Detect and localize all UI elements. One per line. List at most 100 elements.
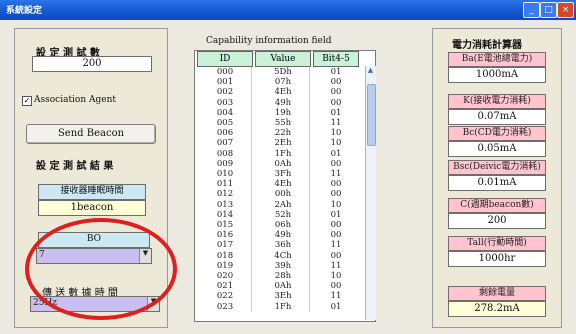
column-header-value: Value: [255, 51, 311, 67]
table-cell: 19h: [274, 107, 292, 118]
table-cell: 022: [216, 291, 234, 302]
highlight-ellipse: [25, 218, 177, 320]
power-item-label: Tall(行動時間): [448, 236, 546, 251]
table-cell: 010: [216, 169, 234, 180]
table-cell: 000: [216, 67, 234, 77]
table-cell: 017: [216, 240, 234, 251]
table-cell: 49h: [274, 97, 292, 108]
scroll-up-icon[interactable]: ▲: [366, 66, 375, 74]
table-cell: 11: [330, 118, 342, 129]
table-cell: 00: [330, 97, 342, 108]
table-cell: 2Ah: [274, 199, 292, 210]
power-item-value[interactable]: 0.07mA: [448, 109, 546, 125]
table-cell: 06h: [274, 220, 292, 231]
power-item-value[interactable]: 0.01mA: [448, 175, 546, 191]
table-cell: 00: [330, 220, 342, 231]
minimize-icon[interactable]: _: [523, 2, 540, 18]
remaining-power-value: 278.2mA: [448, 301, 546, 317]
column-header-bits: Bit4-5: [313, 51, 359, 67]
id-column: 000 001 002 003 004 005 006 007 008 009 010 011 012 0…: [199, 67, 252, 312]
sleep-time-value: 1beacon: [38, 200, 146, 216]
power-item-value[interactable]: 0.05mA: [448, 141, 546, 157]
table-cell: 016: [216, 230, 234, 241]
table-cell: 2Eh: [274, 138, 292, 149]
table-cell: 021: [216, 281, 234, 292]
power-item-label: K(接收電力消耗): [448, 94, 546, 109]
table-cell: 008: [216, 148, 234, 159]
table-cell: 002: [216, 87, 234, 98]
table-cell: 00: [330, 158, 342, 169]
app-window: 系統設定 _ □ × 設 定 測 試 數 200 ✓ Association A…: [0, 0, 576, 334]
remaining-power-label: 剩餘電量: [448, 286, 546, 301]
table-cell: 22h: [274, 128, 292, 139]
table-cell: 00: [330, 189, 342, 200]
table-cell: 01: [330, 209, 342, 220]
table-cell: 55h: [274, 118, 292, 129]
power-caption: 電力消耗計算器: [452, 40, 522, 51]
table-cell: 3Eh: [274, 291, 292, 302]
table-cell: 0Ah: [274, 158, 292, 169]
table-cell: 4Eh: [274, 87, 292, 98]
scroll-thumb[interactable]: [367, 84, 376, 146]
send-beacon-button[interactable]: Send Beacon: [26, 124, 156, 144]
table-cell: 01: [330, 148, 342, 159]
power-item-label: Bsc(Deivic電力消耗): [448, 160, 546, 175]
table-scrollbar[interactable]: ▲: [365, 66, 376, 320]
table-cell: 10: [330, 199, 342, 210]
sleep-time-label: 接收器睡眠時間: [38, 184, 146, 200]
table-cell: 11: [330, 240, 342, 251]
table-cell: 39h: [274, 260, 292, 271]
table-cell: 1Fh: [274, 301, 292, 312]
table-cell: 013: [216, 199, 234, 210]
table-cell: 001: [216, 77, 234, 88]
table-cell: 01: [330, 301, 342, 312]
power-item-label: C(週期beacon數): [448, 198, 546, 213]
power-item-value[interactable]: 1000mA: [448, 67, 546, 83]
capability-caption: Capability information field: [206, 36, 332, 46]
window-title: 系統設定: [6, 6, 43, 16]
table-cell: 018: [216, 250, 234, 261]
result-section-label: 設 定 測 試 結 果: [36, 161, 114, 172]
table-cell: 00: [330, 179, 342, 190]
power-item-label: Bc(CD電力消耗): [448, 126, 546, 141]
table-cell: 006: [216, 128, 234, 139]
power-item-label: Ba(E電池總電力): [448, 52, 546, 67]
table-cell: 07h: [274, 77, 292, 88]
value-column: 5Dh 07h 4Eh 49h 19h 55h 22h 2Eh 1Fh 0Ah 3Fh 4Eh 00h 2…: [257, 67, 310, 312]
bits-column: 01 00 00 00 01 11 10 10 01 00 11 00 00 10 01 00 00 11 00 11…: [315, 67, 357, 312]
table-cell: 10: [330, 271, 342, 282]
table-cell: 011: [216, 179, 234, 190]
table-cell: 012: [216, 189, 234, 200]
table-cell: 49h: [274, 230, 292, 241]
table-cell: 019: [216, 260, 234, 271]
test-count-input[interactable]: 200: [32, 56, 152, 72]
table-cell: 4Ch: [274, 250, 292, 261]
table-cell: 023: [216, 301, 234, 312]
power-item-value[interactable]: 1000hr: [448, 251, 546, 267]
table-cell: 014: [216, 209, 234, 220]
table-cell: 00: [330, 77, 342, 88]
table-cell: 003: [216, 97, 234, 108]
table-cell: 00: [330, 230, 342, 241]
close-icon[interactable]: ×: [557, 2, 574, 18]
table-cell: 11: [330, 169, 342, 180]
table-cell: 00: [330, 87, 342, 98]
table-cell: 01: [330, 107, 342, 118]
table-cell: 10: [330, 138, 342, 149]
association-checkbox[interactable]: ✓: [22, 96, 32, 106]
association-label: Association Agent: [34, 95, 117, 105]
table-cell: 4Eh: [274, 179, 292, 190]
table-cell: 3Fh: [274, 169, 292, 180]
maximize-icon[interactable]: □: [540, 2, 557, 18]
table-cell: 5Dh: [274, 67, 292, 77]
table-cell: 28h: [274, 271, 292, 282]
table-cell: 020: [216, 271, 234, 282]
table-cell: 007: [216, 138, 234, 149]
table-cell: 36h: [274, 240, 292, 251]
table-cell: 004: [216, 107, 234, 118]
power-item-value[interactable]: 200: [448, 213, 546, 229]
table-cell: 11: [330, 291, 342, 302]
table-cell: 1Fh: [274, 148, 292, 159]
table-cell: 11: [330, 260, 342, 271]
table-cell: 00: [330, 250, 342, 261]
